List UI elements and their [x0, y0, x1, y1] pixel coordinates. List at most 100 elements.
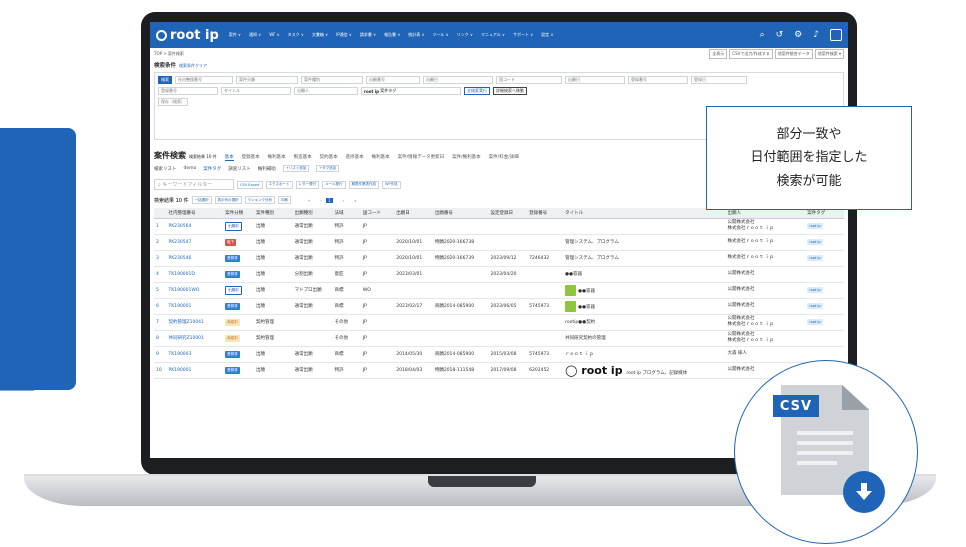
tag-field[interactable]: root ip 案件タグ — [361, 87, 461, 95]
column-header[interactable]: 出願番号 — [432, 208, 489, 219]
results-tab[interactable]: 権利基本 — [372, 154, 390, 161]
case-id-link[interactable]: 共同研究Z10001 — [166, 330, 224, 347]
menu-item[interactable]: 案件 ∨ — [229, 32, 241, 38]
column-header[interactable]: 国コード — [360, 208, 395, 219]
pagination-item[interactable]: › — [343, 198, 345, 203]
filter-field[interactable]: 社内整理番号 — [175, 76, 233, 84]
history-icon[interactable]: ↺ — [776, 30, 784, 40]
export-button[interactable]: エクスポート — [265, 180, 293, 189]
filter-field[interactable]: 出願日 — [423, 76, 493, 84]
results-tab[interactable]: 案件/料金/詳細 — [489, 154, 519, 161]
menu-item[interactable]: リンク ∨ — [457, 32, 473, 38]
filter-field[interactable]: 登録日 — [691, 76, 747, 84]
export-button[interactable]: レター発行 — [295, 180, 320, 189]
menu-item[interactable]: 通知 ∨ — [249, 32, 261, 38]
add-chip[interactable]: +リスト追加 — [282, 165, 310, 172]
filter-field[interactable]: 国コード — [496, 76, 562, 84]
filter-field[interactable]: 出願日 — [565, 76, 625, 84]
menu-item[interactable]: 請求書 ∨ — [360, 32, 376, 38]
case-id-link[interactable]: PK230547 — [166, 234, 224, 251]
user-avatar-icon[interactable] — [830, 29, 842, 41]
case-id-link[interactable]: PK230546 — [166, 250, 224, 267]
menu-item[interactable]: WF ∨ — [269, 32, 279, 38]
case-tag[interactable]: root ip — [807, 255, 823, 261]
case-tag[interactable]: root ip — [807, 303, 823, 309]
registration-number-field[interactable]: 登録番号 — [158, 87, 218, 95]
menu-item[interactable]: タスク ∨ — [288, 32, 304, 38]
case-id-link[interactable]: TK190001WO — [166, 282, 224, 299]
menu-item[interactable]: IP通信 ∨ — [336, 32, 352, 38]
case-id-link[interactable]: TK190003 — [166, 346, 224, 363]
results-tab[interactable]: 登録基本 — [242, 154, 260, 161]
pagination-item[interactable]: 1 — [326, 197, 333, 203]
add-chip[interactable]: +タグ追加 — [316, 165, 340, 172]
app-logo[interactable]: root ip — [156, 28, 219, 43]
top-action-button[interactable]: 他案件統合データ — [774, 48, 813, 59]
case-id-link[interactable]: PK230564 — [166, 218, 224, 235]
detail-search-button[interactable]: 詳細検索へ移動 — [493, 87, 527, 95]
results-tab[interactable]: 権利基本 — [268, 154, 286, 161]
column-header[interactable]: 案件分類 — [223, 208, 255, 219]
column-header[interactable]: 設定登録日 — [488, 208, 528, 219]
export-button[interactable]: 期限作業表作成 — [348, 180, 380, 189]
keyword-filter-input[interactable]: ⌕ キーワードフィルター — [154, 179, 234, 190]
menu-item[interactable]: ツール ∨ — [432, 32, 448, 38]
case-id-link[interactable]: TK190001 — [166, 298, 224, 315]
results-tab[interactable]: 基本 — [224, 154, 234, 161]
table-action-button[interactable]: ランキング分析 — [244, 196, 275, 204]
pagination-item[interactable]: ‹ — [320, 198, 322, 203]
list-tab[interactable]: 案件タグ — [203, 166, 221, 172]
results-tab[interactable]: 案件/情報データ更新日 — [398, 154, 445, 161]
case-id-link[interactable]: TK190001D — [166, 266, 224, 283]
menu-item[interactable]: 文書箱 ∨ — [312, 32, 328, 38]
bell-icon[interactable]: ♪ — [813, 30, 819, 40]
top-action-button[interactable]: 他案件検索 ▾ — [814, 48, 844, 59]
list-tab[interactable]: 検索リスト — [154, 166, 177, 172]
case-tag[interactable]: root ip — [807, 319, 823, 325]
top-action-button[interactable]: 全表示 — [709, 48, 728, 59]
column-header[interactable]: タイトル — [563, 208, 726, 219]
results-tab[interactable]: 案件/権利基本 — [452, 154, 481, 161]
list-tab[interactable]: 権利補助 — [258, 166, 276, 172]
case-id-link[interactable]: PK190001 — [166, 362, 224, 379]
case-tag[interactable]: root ip — [807, 223, 823, 229]
column-header[interactable]: 法域 — [332, 208, 361, 219]
menu-item[interactable]: 設定 ∨ — [541, 32, 553, 38]
filter-field[interactable]: 案件種別 — [301, 76, 363, 84]
search-button[interactable]: 全検索実行 — [464, 87, 490, 95]
column-header[interactable]: 登録番号 — [527, 208, 564, 219]
menu-item[interactable]: マニュアル ∨ — [481, 32, 505, 38]
clear-search-link[interactable]: 検索条件クリア — [179, 63, 207, 68]
case-tag[interactable]: root ip — [807, 287, 823, 293]
filter-field[interactable]: 出願番号 — [366, 76, 420, 84]
list-tab[interactable]: demo — [184, 166, 197, 171]
filter-field[interactable]: 登録番号 — [628, 76, 688, 84]
pagination-item[interactable]: » — [354, 198, 356, 203]
filter-field[interactable]: 案件分類 — [236, 76, 298, 84]
column-header[interactable]: 出願日 — [394, 208, 433, 219]
applicant-field[interactable]: 出願人 — [294, 87, 358, 95]
case-tag[interactable]: root ip — [807, 239, 823, 245]
menu-item[interactable]: 報告書 ∨ — [384, 32, 400, 38]
top-action-button[interactable]: CSVで出力/作成する — [729, 48, 773, 59]
export-button[interactable]: メール発行 — [322, 180, 346, 189]
menu-item[interactable]: サポート ∨ — [513, 32, 533, 38]
results-tab[interactable]: 契約基本 — [320, 154, 338, 161]
gear-icon[interactable]: ⚙ — [794, 30, 802, 40]
column-header[interactable]: 案件種別 — [254, 208, 293, 219]
search-mode-button[interactable]: 検索 — [158, 76, 172, 84]
table-action-button[interactable]: 印刷 — [277, 196, 291, 204]
column-header[interactable]: 出願種別 — [292, 208, 333, 219]
export-button[interactable]: WF作成 — [382, 180, 401, 189]
table-action-button[interactable]: 表示列の選択 — [214, 196, 242, 204]
menu-item[interactable]: 統計表 ∨ — [408, 32, 424, 38]
list-tab[interactable]: 調査リスト — [228, 166, 251, 172]
table-action-button[interactable]: 一括選択 — [191, 196, 212, 204]
title-field[interactable]: タイトル — [221, 87, 291, 95]
column-header[interactable]: 社内整理番号 — [166, 208, 224, 219]
save-search-button[interactable]: 保存（検索） — [158, 98, 188, 106]
results-tab[interactable]: 進捗基本 — [346, 154, 364, 161]
case-id-link[interactable]: 契約管理Z10041 — [166, 314, 224, 331]
pagination-item[interactable]: « — [308, 198, 310, 203]
export-button[interactable]: CSV Export — [237, 180, 263, 189]
